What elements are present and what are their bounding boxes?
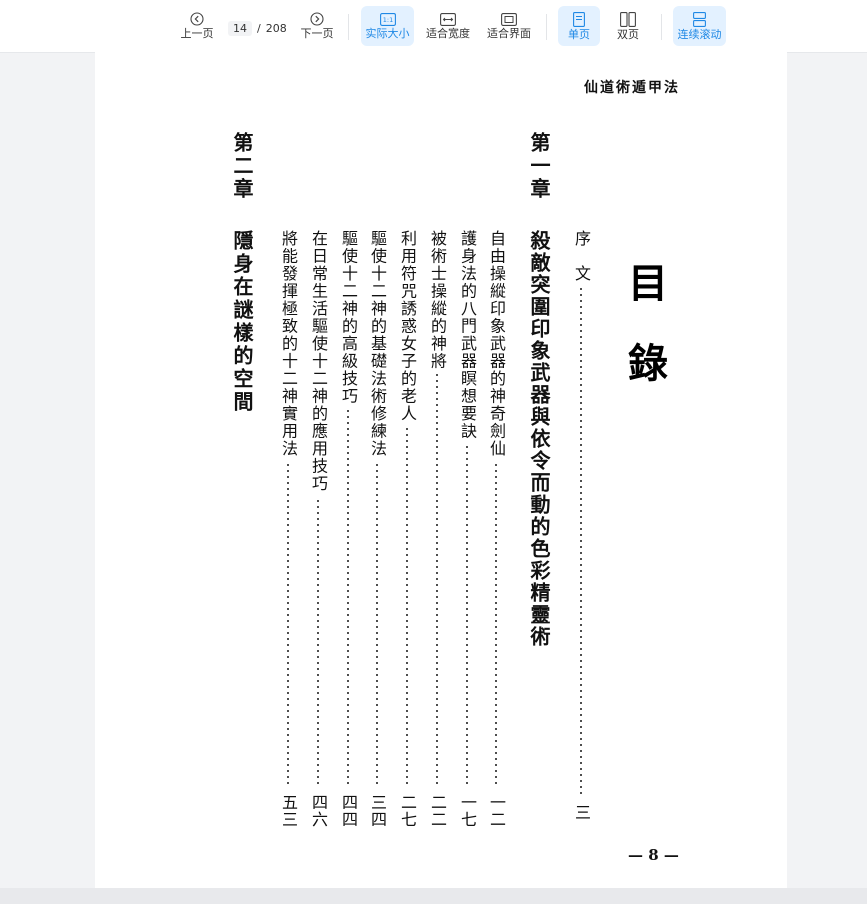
chapter-2-title: 隱身在謎樣的空間 — [230, 230, 254, 414]
leader-dots — [317, 498, 319, 788]
fit-width-label: 适合宽度 — [426, 26, 470, 40]
leader-dots — [376, 462, 378, 788]
double-page-label: 双页 — [617, 27, 639, 41]
total-pages: 208 — [265, 21, 287, 35]
leader-dots — [287, 462, 289, 788]
leader-dots — [495, 462, 497, 788]
toc-entry-title: 自由操縱印象武器的神奇劍仙 — [487, 230, 506, 458]
toolbar-divider — [348, 14, 349, 40]
toc-entry-title: 驅使十二神的高級技巧 — [339, 230, 358, 405]
toc-entry-page: 二二 — [428, 794, 447, 828]
leader-dots — [347, 408, 349, 788]
prev-page-label: 上一页 — [180, 27, 214, 40]
contents-title: 目錄 — [621, 262, 668, 422]
actual-size-icon: 1:1 — [379, 12, 396, 26]
running-header: 仙道術遁甲法 — [584, 80, 680, 96]
current-page-input[interactable]: 14 — [228, 20, 252, 36]
fit-page-icon — [501, 12, 517, 26]
bottom-scroll-area — [0, 888, 867, 904]
viewer-toolbar: 上一页 14 / 208 下一页 1:1 实际大小 适合宽度 适合界面 单页 双… — [0, 0, 867, 53]
preface-title: 序 文 — [572, 230, 591, 283]
chapter-1-title: 殺敵突圍印象武器與依令而動的色彩精靈術 — [527, 230, 551, 648]
toc-entry-page: 五三 — [279, 794, 298, 828]
leader-dots — [436, 372, 438, 788]
toc-entry-page: 四四 — [339, 794, 358, 828]
toc-entry-page: 二七 — [398, 794, 417, 828]
continuous-scroll-label: 连续滚动 — [677, 27, 722, 41]
chevron-right-circle-icon — [310, 12, 324, 26]
toc-entry-title: 利用符咒誘惑女子的老人 — [398, 230, 417, 423]
toc-entry-title: 被術士操縱的神將 — [428, 230, 447, 370]
toolbar-divider — [546, 14, 547, 40]
double-page-button[interactable]: 双页 — [607, 6, 649, 46]
single-page-label: 单页 — [568, 27, 590, 41]
document-page — [95, 52, 787, 888]
toc-entry-page: 四六 — [309, 794, 328, 828]
fit-width-button[interactable]: 适合宽度 — [421, 6, 475, 46]
continuous-scroll-icon — [693, 11, 706, 27]
toc-entry-page: 一二 — [487, 794, 506, 828]
page-separator: / — [257, 21, 261, 35]
prev-page-button[interactable]: 上一页 — [176, 6, 218, 46]
single-page-icon — [573, 11, 585, 27]
fit-page-button[interactable]: 适合界面 — [482, 6, 536, 46]
fit-width-icon — [440, 12, 456, 26]
chevron-left-circle-icon — [190, 12, 204, 26]
fit-page-label: 适合界面 — [487, 26, 531, 40]
continuous-scroll-button[interactable]: 连续滚动 — [673, 6, 726, 46]
svg-text:1:1: 1:1 — [382, 16, 392, 24]
page-indicator: 14 / 208 — [228, 19, 287, 37]
single-page-button[interactable]: 单页 — [558, 6, 600, 46]
page-number-footer: — 8 — — [628, 846, 679, 864]
toc-entry-title: 驅使十二神的基礎法術修練法 — [368, 230, 387, 458]
next-page-label: 下一页 — [300, 27, 334, 40]
leader-dots — [406, 426, 408, 788]
actual-size-label: 实际大小 — [365, 26, 410, 40]
toc-entry-title: 將能發揮極致的十二神實用法 — [279, 230, 298, 458]
double-page-icon — [620, 11, 636, 27]
toc-entry-title: 護身法的八門武器瞑想要訣 — [458, 230, 477, 440]
leader-dots — [466, 444, 468, 788]
toc-entry-title: 在日常生活驅使十二神的應用技巧 — [309, 230, 328, 493]
chapter-1-label: 第一章 — [527, 132, 551, 201]
chapter-2-label: 第二章 — [230, 132, 254, 201]
actual-size-button[interactable]: 1:1 实际大小 — [361, 6, 414, 46]
toc-entry-page: 三四 — [368, 794, 387, 828]
toolbar-divider — [661, 14, 662, 40]
leader-dots — [580, 286, 582, 798]
toc-entry-page: 一七 — [458, 794, 477, 828]
preface-page: 三 — [572, 804, 591, 821]
next-page-button[interactable]: 下一页 — [296, 6, 338, 46]
